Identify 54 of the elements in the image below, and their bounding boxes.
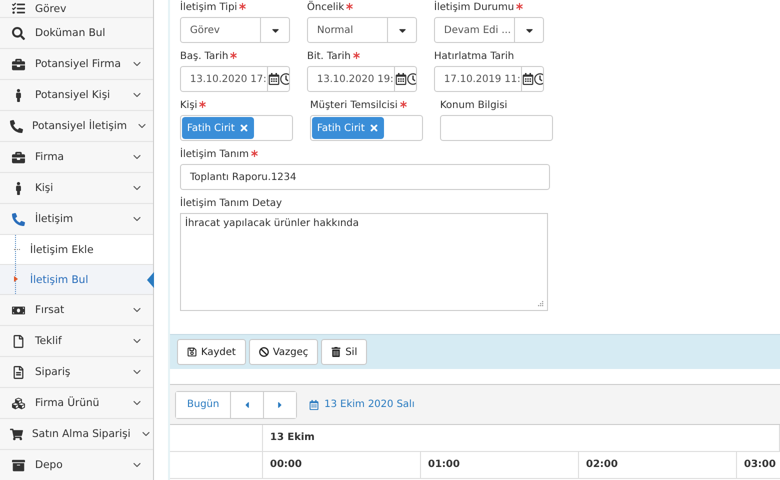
sidebar-item[interactable]: Satın Alma Siparişi [0, 419, 153, 450]
sidebar-item[interactable]: Görev [0, 0, 153, 18]
close-icon[interactable] [238, 123, 249, 133]
hour-header: 03:00 [737, 452, 780, 478]
field-label: Konum Bilgisi [440, 100, 508, 111]
input-field[interactable]: Toplantı Raporu.1234 [180, 164, 550, 190]
close-icon[interactable] [368, 123, 379, 133]
select-field[interactable]: Normal [307, 17, 417, 43]
sidebar-item[interactable]: Kişi [0, 173, 153, 204]
sidebar-item[interactable]: Teklif [0, 326, 153, 357]
field-label: İletişim Durumu [434, 2, 514, 13]
action-button[interactable]: Vazgeç [248, 339, 318, 365]
action-button[interactable]: Kaydet [177, 339, 246, 365]
sidebar-item[interactable]: Firma Ürünü [0, 388, 153, 419]
sidebar-item[interactable]: Doküman Bul [0, 18, 153, 49]
field-label: İletişim Tanım [180, 149, 249, 160]
sidebar-item[interactable]: Sipariş [0, 357, 153, 388]
field-label: İletişim Tanım Detay [180, 198, 282, 209]
sidebar-item[interactable]: Potansiyel Kişi [0, 80, 153, 111]
calendar-icon [309, 400, 320, 410]
hour-header: 00:00 [263, 452, 421, 478]
submenu-item[interactable]: İletişim Bul [0, 265, 153, 295]
field-label: Müşteri Temsilcisi [310, 100, 398, 111]
calendar-icon[interactable] [520, 67, 534, 91]
date-link[interactable]: 13 Ekim 2020 Salı [309, 399, 415, 410]
datetime-field[interactable]: 17.10.2019 11: [434, 66, 544, 92]
datetime-field[interactable]: 13.10.2020 19: [307, 66, 417, 92]
select-field[interactable]: Devam Edi ... [434, 17, 544, 43]
calendar-icon[interactable] [394, 67, 407, 91]
ban-icon [258, 347, 269, 357]
day-header: 13 Ekim [263, 425, 780, 451]
field-label: İletişim Tipi [180, 2, 238, 13]
field-label: Bit. Tarih [307, 51, 351, 62]
trash-icon [331, 347, 342, 357]
sidebar-item[interactable]: Firma [0, 142, 153, 173]
submenu-item[interactable]: İletişim Ekle [0, 235, 153, 265]
sidebar-item[interactable]: Depo [0, 450, 153, 480]
field-label: Kişi [180, 100, 198, 111]
textarea-field[interactable]: İhracat yapılacak ürünler hakkında [180, 213, 548, 311]
input-field[interactable] [440, 115, 553, 141]
select-field[interactable]: Görev [180, 17, 290, 43]
field-label: Baş. Tarih [180, 51, 228, 62]
resize-grip-icon [537, 300, 544, 307]
save-icon [187, 347, 197, 357]
action-button[interactable]: Sil [321, 339, 368, 365]
hour-header: 02:00 [579, 452, 737, 478]
field-label: Öncelik [307, 2, 344, 13]
datetime-field[interactable]: 13.10.2020 17: [180, 66, 290, 92]
sidebar-item[interactable]: Potansiyel İletişim [0, 111, 153, 142]
sidebar-item[interactable]: Potansiyel Firma [0, 49, 153, 80]
sidebar-item[interactable]: Fırsat [0, 295, 153, 326]
hour-header: 01:00 [421, 452, 579, 478]
calendar-icon[interactable] [266, 67, 280, 91]
field-label: Hatırlatma Tarih [434, 51, 514, 62]
